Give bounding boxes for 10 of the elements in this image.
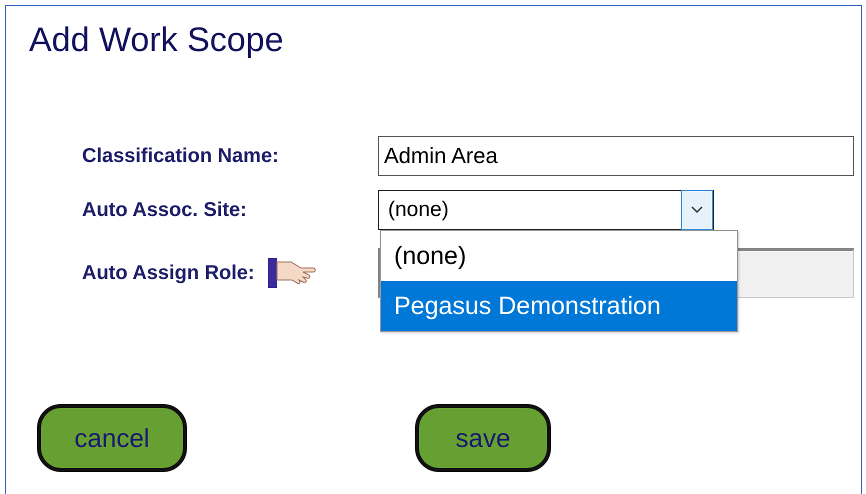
field-label: Auto Assoc. Site: [82,198,247,222]
page-title: Add Work Scope [28,20,285,60]
text-field[interactable]: Admin Area [378,136,854,176]
dropdown-option[interactable]: Pegasus Demonstration [381,281,737,331]
dropdown-option[interactable]: (none) [381,231,737,281]
field-label: Auto Assign Role: [82,262,255,284]
action-button[interactable]: save [415,404,551,472]
dropdown-field[interactable]: (none) [378,190,714,230]
field-label: Classification Name: [82,144,279,168]
action-button[interactable]: cancel [37,404,187,472]
